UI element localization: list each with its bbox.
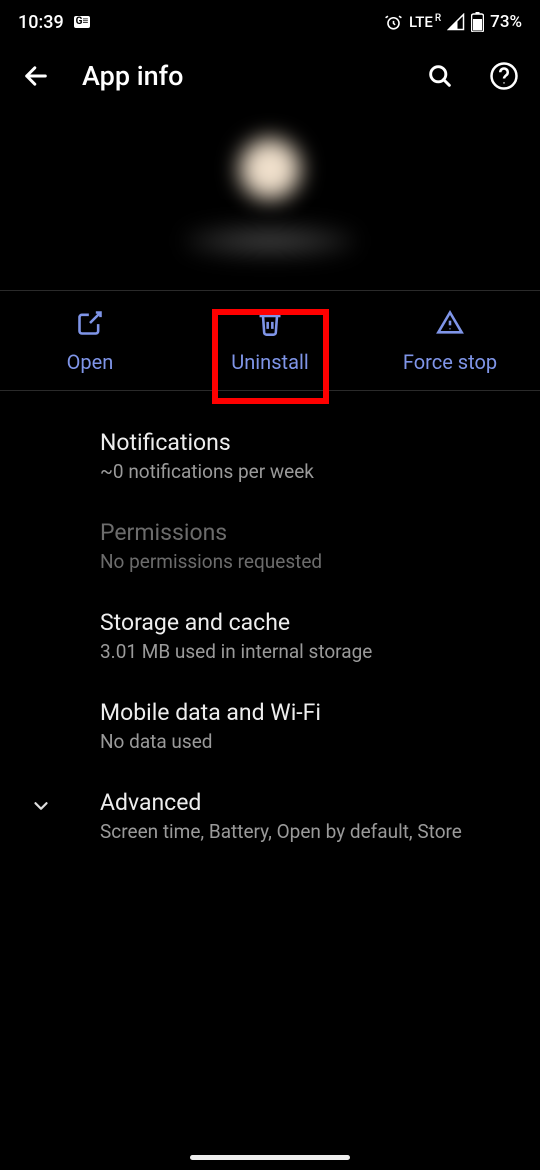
item-storage[interactable]: Storage and cache 3.01 MB used in intern… — [0, 591, 540, 681]
nav-handle[interactable] — [190, 1155, 350, 1160]
item-title: Notifications — [100, 429, 516, 456]
item-title: Advanced — [100, 789, 516, 816]
app-name — [185, 224, 355, 258]
help-button[interactable] — [486, 58, 522, 94]
item-subtitle: 3.01 MB used in internal storage — [100, 640, 516, 663]
uninstall-button[interactable]: Uninstall — [180, 291, 360, 390]
trash-icon — [256, 309, 284, 342]
back-button[interactable] — [18, 58, 54, 94]
item-title: Storage and cache — [100, 609, 516, 636]
app-icon — [235, 134, 305, 204]
item-title: Mobile data and Wi-Fi — [100, 699, 516, 726]
battery-percent: 73% — [490, 12, 522, 32]
open-button[interactable]: Open — [0, 291, 180, 390]
status-bar: 10:39 G≡ LTE R 73% — [0, 0, 540, 40]
status-time: 10:39 — [18, 12, 64, 33]
network-type: LTE — [409, 13, 433, 31]
item-subtitle: No permissions requested — [100, 550, 516, 573]
uninstall-label: Uninstall — [231, 350, 308, 374]
news-badge-icon: G≡ — [74, 16, 91, 28]
open-label: Open — [67, 350, 114, 374]
alarm-icon — [384, 13, 403, 32]
app-bar: App info — [0, 40, 540, 104]
search-button[interactable] — [422, 58, 458, 94]
item-title: Permissions — [100, 519, 516, 546]
chevron-down-icon — [30, 795, 52, 821]
item-data[interactable]: Mobile data and Wi-Fi No data used — [0, 681, 540, 771]
item-subtitle: Screen time, Battery, Open by default, S… — [100, 820, 516, 843]
app-header — [0, 104, 540, 290]
force-stop-label: Force stop — [403, 350, 497, 374]
item-notifications[interactable]: Notifications ~0 notifications per week — [0, 411, 540, 501]
roaming-indicator: R — [435, 13, 441, 24]
item-subtitle: No data used — [100, 730, 516, 753]
action-row: Open Uninstall Force stop — [0, 290, 540, 391]
battery-icon — [471, 12, 484, 32]
open-icon — [76, 309, 104, 342]
item-permissions: Permissions No permissions requested — [0, 501, 540, 591]
page-title: App info — [82, 60, 394, 92]
item-advanced[interactable]: Advanced Screen time, Battery, Open by d… — [0, 771, 540, 861]
settings-list: Notifications ~0 notifications per week … — [0, 391, 540, 881]
warning-icon — [436, 309, 464, 342]
force-stop-button[interactable]: Force stop — [360, 291, 540, 390]
signal-icon — [447, 13, 465, 31]
item-subtitle: ~0 notifications per week — [100, 460, 516, 483]
